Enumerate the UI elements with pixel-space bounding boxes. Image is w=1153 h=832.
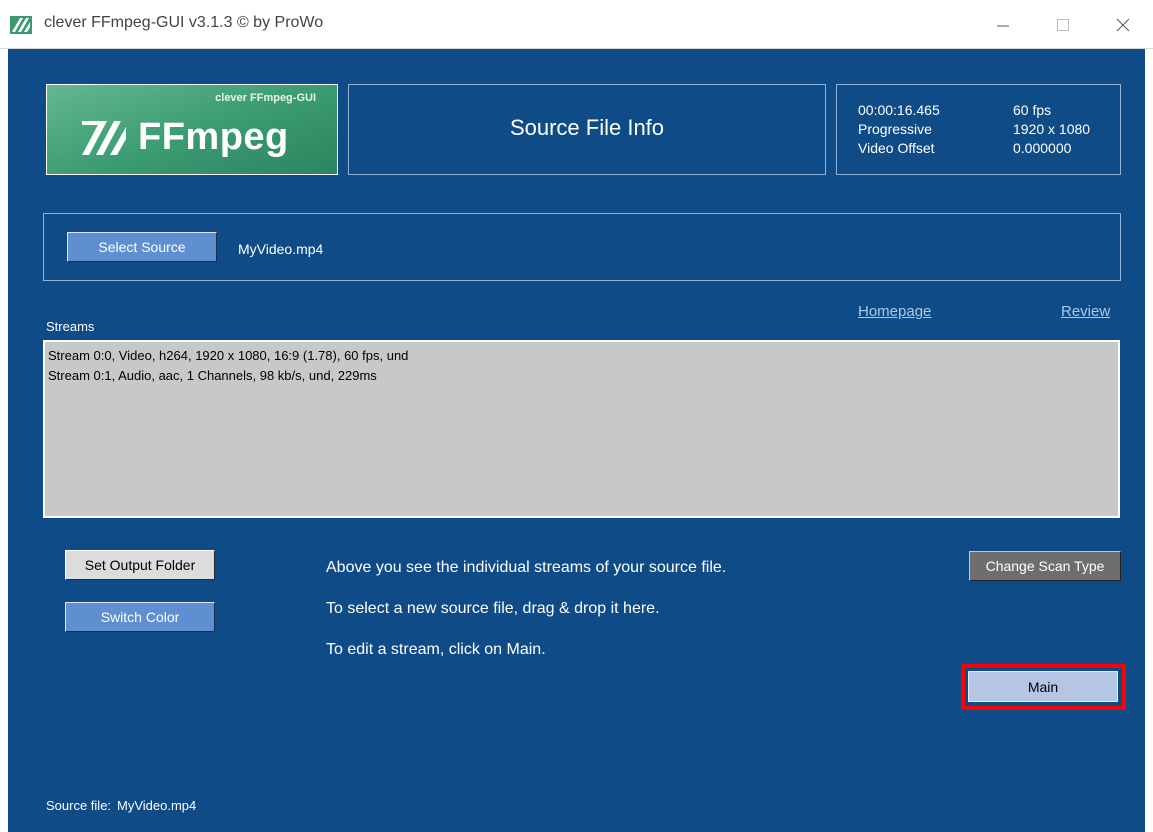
review-link[interactable]: Review — [1061, 303, 1110, 320]
list-item[interactable]: Stream 0:0, Video, h264, 1920 x 1080, 16… — [48, 346, 1115, 366]
main-window: clever FFmpeg-GUI FFmpeg Source File Inf… — [8, 49, 1145, 832]
source-file-info-panel: Source File Info — [348, 84, 826, 175]
resolution-value: 1920 x 1080 — [1013, 121, 1091, 137]
streams-list[interactable]: Stream 0:0, Video, h264, 1920 x 1080, 16… — [43, 340, 1120, 518]
streams-label: Streams — [46, 319, 95, 334]
window-title: clever FFmpeg-GUI v3.1.3 © by ProWo — [44, 14, 324, 31]
info-message-1: Above you see the individual streams of … — [326, 559, 727, 576]
scan-type-value: Progressive — [858, 121, 932, 137]
select-source-button[interactable]: Select Source — [67, 232, 217, 262]
ffmpeg-app-icon — [10, 16, 32, 34]
list-item[interactable]: Stream 0:1, Audio, aac, 1 Channels, 98 k… — [48, 366, 1115, 386]
info-message-3: To edit a stream, click on Main. — [326, 641, 546, 658]
ffmpeg-logo-icon — [82, 121, 126, 155]
change-scan-type-button[interactable]: Change Scan Type — [969, 551, 1121, 581]
maximize-button[interactable] — [1040, 8, 1086, 42]
source-filename: MyVideo.mp4 — [238, 241, 324, 257]
maximize-icon — [1057, 19, 1069, 31]
set-output-folder-button[interactable]: Set Output Folder — [65, 550, 215, 580]
video-offset-value: 0.000000 — [1013, 140, 1072, 156]
select-source-panel: Select Source MyVideo.mp4 — [43, 213, 1121, 281]
file-info-panel: 00:00:16.465 Progressive Video Offset 60… — [836, 84, 1121, 175]
minimize-icon — [997, 25, 1009, 27]
title-bar: clever FFmpeg-GUI v3.1.3 © by ProWo — [0, 0, 1153, 49]
page-title: Source File Info — [509, 115, 665, 140]
duration-value: 00:00:16.465 — [858, 102, 940, 118]
minimize-button[interactable] — [980, 8, 1026, 42]
homepage-link[interactable]: Homepage — [858, 303, 931, 320]
info-message-2: To select a new source file, drag & drop… — [326, 600, 660, 617]
logo-small-text: clever FFmpeg-GUI — [215, 92, 316, 104]
video-offset-label: Video Offset — [858, 140, 935, 156]
ffmpeg-logo: clever FFmpeg-GUI FFmpeg — [46, 84, 338, 175]
close-icon — [1116, 18, 1130, 32]
close-button[interactable] — [1100, 8, 1146, 42]
main-button-highlight — [961, 664, 1126, 710]
logo-big-text: FFmpeg — [138, 116, 289, 158]
switch-color-button[interactable]: Switch Color — [65, 602, 215, 632]
fps-value: 60 fps — [1013, 102, 1052, 118]
footer-source-label: Source file: — [46, 798, 112, 813]
footer-source-value: MyVideo.mp4 — [117, 798, 197, 813]
